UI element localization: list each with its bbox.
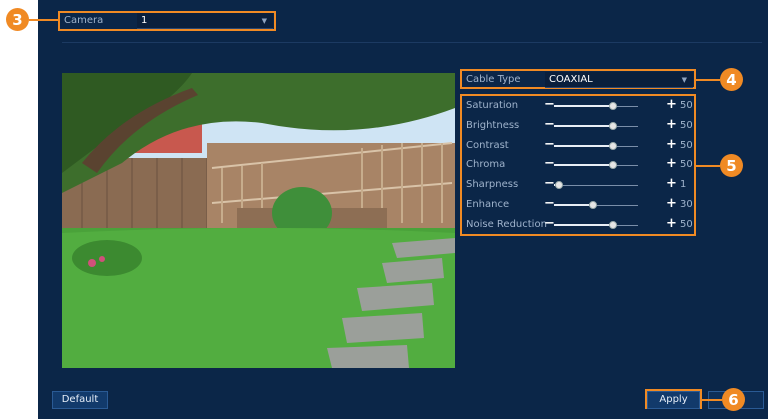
cable-type-select[interactable]: COAXIAL ▼ [545,72,693,88]
chevron-down-icon: ▼ [261,17,267,25]
increase-button[interactable]: + [666,156,677,171]
cable-type-select-value: COAXIAL [549,74,593,85]
divider [62,42,762,43]
slider-row-brightness: Brightness − +50 [462,116,696,136]
slider-handle[interactable] [609,161,617,170]
slider-handle[interactable] [609,121,617,130]
increase-button[interactable]: + [666,97,677,112]
slider-fill [554,223,612,226]
slider-label: Brightness [466,119,520,131]
slider-value: 50 [680,119,693,131]
slider-label: Contrast [466,139,509,151]
slider-label: Sharpness [466,179,519,191]
slider-value: 1 [680,179,687,191]
slider-handle[interactable] [555,181,563,190]
increase-button[interactable]: + [666,216,677,231]
callout-line-5 [696,165,720,167]
slider-handle[interactable] [609,141,617,150]
slider-row-contrast: Contrast − +50 [462,136,696,156]
slider-track[interactable] [554,185,638,187]
slider-fill [554,144,612,147]
slider-fill [554,105,612,107]
slider-value: 50 [680,159,693,171]
chevron-down-icon: ▼ [681,76,687,84]
slider-value: 30 [680,199,693,210]
slider-value: 50 [680,100,693,111]
apply-button[interactable]: Apply [647,391,700,409]
callout-line-6 [702,399,722,401]
callout-line-3 [29,19,59,21]
callout-line-4 [696,79,720,81]
camera-select-value: 1 [141,15,148,26]
slider-handle[interactable] [589,201,597,209]
slider-fill [554,124,612,127]
slider-label: Enhance [466,199,510,210]
callout-badge-4: 4 [720,68,743,91]
camera-label: Camera [64,15,104,26]
callout-badge-5: 5 [720,154,743,177]
increase-button[interactable]: + [666,117,677,132]
slider-row-sharpness: Sharpness − +1 [462,175,696,195]
increase-button[interactable]: + [666,137,677,152]
slider-fill [554,164,612,167]
callout-badge-3: 3 [6,8,29,31]
slider-value: 50 [680,139,693,151]
slider-value: 50 [680,218,693,230]
camera-select[interactable]: 1 ▼ [137,13,273,29]
camera-preview [62,73,455,368]
slider-label: Chroma [466,159,506,171]
increase-button[interactable]: + [666,196,677,211]
increase-button[interactable]: + [666,176,677,191]
slider-row-noise-reduction: Noise Reduction − +50 [462,215,696,235]
callout-badge-6: 6 [722,388,745,411]
slider-handle[interactable] [609,102,617,110]
slider-label: Saturation [466,100,519,111]
cable-type-label: Cable Type [466,74,521,85]
slider-label: Noise Reduction [466,218,547,230]
default-button[interactable]: Default [52,391,108,409]
slider-row-saturation: Saturation − +50 [462,96,696,116]
slider-fill [554,204,589,206]
slider-row-enhance: Enhance − +30 [462,195,696,215]
slider-row-chroma: Chroma − +50 [462,155,696,175]
backyard-scene [62,73,455,368]
slider-handle[interactable] [609,220,617,229]
